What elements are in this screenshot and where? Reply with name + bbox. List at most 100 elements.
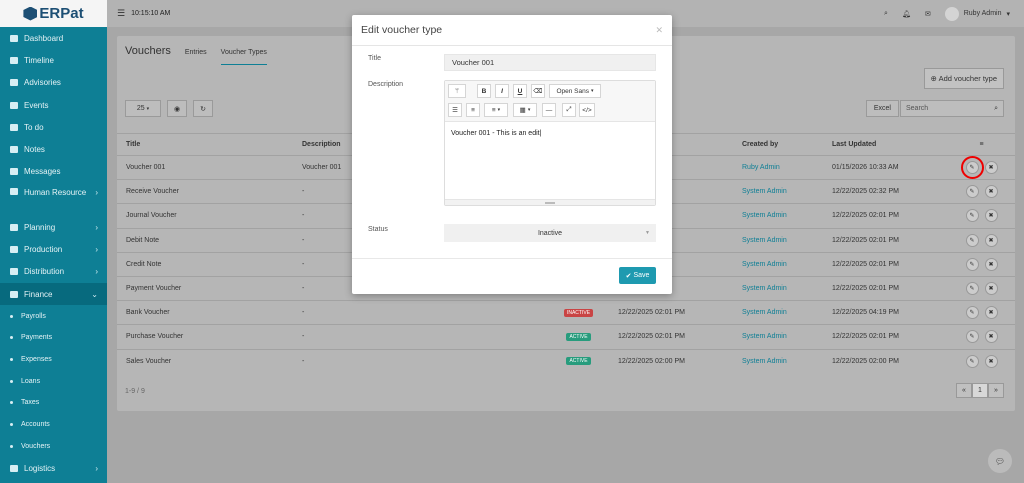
description-text[interactable]: Voucher 001 - This is an edit| bbox=[445, 122, 655, 145]
search-input[interactable]: Search ⌕ bbox=[900, 100, 1004, 117]
chat-button[interactable]: 💬︎ bbox=[988, 449, 1012, 473]
column-visibility-button[interactable]: ◉ bbox=[167, 100, 187, 117]
bullet-icon bbox=[10, 444, 13, 448]
cell-description: - bbox=[302, 309, 305, 317]
sidebar-subitem-payrolls[interactable]: Payrolls bbox=[0, 305, 107, 327]
sidebar-item-dashboard[interactable]: Dashboard bbox=[0, 27, 107, 49]
edit-button[interactable]: ✎ bbox=[965, 330, 979, 344]
prev-page-button[interactable]: « bbox=[956, 383, 972, 398]
next-page-button[interactable]: » bbox=[988, 383, 1004, 398]
cell-created-by[interactable]: System Admin bbox=[738, 261, 826, 268]
sidebar-subitem-payments[interactable]: Payments bbox=[0, 327, 107, 349]
underline-button[interactable]: U bbox=[513, 84, 527, 98]
sidebar-item-label: Advisories bbox=[24, 78, 61, 88]
edit-button[interactable]: ✎ bbox=[965, 354, 979, 368]
sidebar-item-to-do[interactable]: To do bbox=[0, 116, 107, 138]
bold-button[interactable]: B bbox=[477, 84, 491, 98]
expand-icon: ⤢ bbox=[566, 106, 572, 113]
delete-button[interactable]: ✖ bbox=[984, 257, 998, 271]
column-header[interactable]: Created by bbox=[738, 141, 826, 148]
sidebar-item-human-resource[interactable]: Human Resource › bbox=[0, 183, 107, 216]
logo-text: ERPat bbox=[39, 5, 84, 22]
delete-button[interactable]: ✖ bbox=[984, 282, 998, 296]
excel-button[interactable]: Excel bbox=[865, 100, 899, 117]
save-button[interactable]: ✔ Save bbox=[619, 267, 656, 284]
cell-last-updated: 12/22/2025 02:01 PM bbox=[832, 260, 899, 268]
sidebar-item-timeline[interactable]: Timeline bbox=[0, 49, 107, 71]
table-button[interactable]: ▦ ▾ bbox=[513, 103, 537, 117]
cell-created-by[interactable]: System Admin bbox=[738, 309, 826, 316]
cell-created-by[interactable]: System Admin bbox=[738, 285, 826, 292]
font-family-select[interactable]: Open Sans ▾ bbox=[549, 84, 601, 98]
cell-last-updated: 12/22/2025 02:32 PM bbox=[832, 188, 899, 196]
italic-button[interactable]: I bbox=[495, 84, 509, 98]
logo[interactable]: ERPat bbox=[0, 0, 107, 27]
magic-style-button[interactable]: ⚚ bbox=[448, 84, 466, 98]
cell-created-by[interactable]: System Admin bbox=[738, 188, 826, 195]
sidebar-subitem-loans[interactable]: Loans bbox=[0, 370, 107, 392]
ordered-list-button[interactable]: ≡ bbox=[466, 103, 480, 117]
column-header[interactable]: Title bbox=[117, 141, 294, 148]
sidebar-item-notes[interactable]: Notes bbox=[0, 138, 107, 160]
sidebar-subitem-taxes[interactable]: Taxes bbox=[0, 392, 107, 414]
sidebar-item-finance[interactable]: Finance ⌄ bbox=[0, 282, 107, 306]
cell-created-by[interactable]: System Admin bbox=[738, 212, 826, 219]
edit-button[interactable]: ✎ bbox=[965, 209, 979, 223]
edit-button[interactable]: ✎ bbox=[965, 185, 979, 199]
page-size-select[interactable]: 25 ▾ bbox=[125, 100, 161, 117]
delete-button[interactable]: ✖ bbox=[984, 185, 998, 199]
delete-button[interactable]: ✖ bbox=[984, 209, 998, 223]
user-menu[interactable]: Ruby Admin ▾ bbox=[944, 6, 1010, 21]
status-select[interactable]: Inactive ▼ bbox=[444, 224, 656, 242]
title-field[interactable]: Voucher 001 bbox=[444, 54, 656, 71]
menu-icon[interactable]: ☰ bbox=[117, 8, 125, 19]
horizontal-rule-button[interactable]: — bbox=[542, 103, 556, 117]
fullscreen-button[interactable]: ⤢ bbox=[562, 103, 576, 117]
cell-created-by[interactable]: Ruby Admin bbox=[738, 164, 826, 171]
eraser-button[interactable]: ⌫ bbox=[531, 84, 545, 98]
delete-button[interactable]: ✖ bbox=[984, 161, 998, 175]
bell-icon[interactable]: 🔔︎ bbox=[902, 10, 911, 18]
paragraph-button[interactable]: ≡ ▾ bbox=[484, 103, 508, 117]
sidebar-item-events[interactable]: Events bbox=[0, 94, 107, 116]
cell-created-by[interactable]: System Admin bbox=[738, 333, 826, 340]
sidebar-subitem-expenses[interactable]: Expenses bbox=[0, 349, 107, 371]
list-icon: ☰ bbox=[452, 107, 458, 114]
refresh-button[interactable]: ↻ bbox=[193, 100, 213, 117]
edit-button[interactable]: ✎ bbox=[965, 306, 979, 320]
delete-button[interactable]: ✖ bbox=[984, 330, 998, 344]
edit-button[interactable]: ✎ bbox=[960, 156, 984, 180]
columns-menu-icon[interactable]: ≡ bbox=[948, 141, 1015, 148]
page-button-current[interactable]: 1 bbox=[972, 383, 988, 398]
search-icon[interactable]: ⌕ bbox=[884, 10, 888, 18]
add-voucher-type-button[interactable]: ⊕ Add voucher type bbox=[923, 68, 1004, 89]
sidebar-item-advisories[interactable]: Advisories bbox=[0, 72, 107, 94]
sidebar-item-messages[interactable]: Messages bbox=[0, 161, 107, 183]
sidebar-item-production[interactable]: Production › bbox=[0, 238, 107, 260]
close-icon[interactable]: ✕ bbox=[655, 25, 663, 36]
edit-button[interactable]: ✎ bbox=[965, 282, 979, 296]
cell-created-by[interactable]: System Admin bbox=[738, 237, 826, 244]
sidebar-item-distribution[interactable]: Distribution › bbox=[0, 261, 107, 283]
sidebar-item-label: Human Resource bbox=[24, 188, 87, 198]
bullet-icon bbox=[10, 401, 13, 405]
column-header[interactable]: Last Updated bbox=[826, 141, 948, 148]
delete-button[interactable]: ✖ bbox=[984, 306, 998, 320]
sidebar-subitem-accounts[interactable]: Accounts bbox=[0, 414, 107, 436]
description-value: Voucher 001 - This is an edit bbox=[451, 130, 540, 137]
editor-resize-handle[interactable] bbox=[445, 199, 655, 205]
tab-entries[interactable]: Entries bbox=[185, 49, 207, 56]
edit-button[interactable]: ✎ bbox=[965, 257, 979, 271]
code-view-button[interactable]: </> bbox=[579, 103, 595, 117]
sidebar-subitem-vouchers[interactable]: Vouchers bbox=[0, 435, 107, 457]
edit-button[interactable]: ✎ bbox=[965, 233, 979, 247]
unordered-list-button[interactable]: ☰ bbox=[448, 103, 462, 117]
sidebar-item-logistics[interactable]: Logistics › bbox=[0, 457, 107, 479]
align-icon: ≡ bbox=[491, 106, 496, 114]
sidebar-item-planning[interactable]: Planning › bbox=[0, 216, 107, 238]
tab-voucher-types[interactable]: Voucher Types bbox=[220, 49, 267, 65]
delete-button[interactable]: ✖ bbox=[984, 233, 998, 247]
cell-created-by[interactable]: System Admin bbox=[738, 358, 826, 365]
mail-icon[interactable]: ✉ bbox=[925, 10, 931, 18]
delete-button[interactable]: ✖ bbox=[984, 354, 998, 368]
